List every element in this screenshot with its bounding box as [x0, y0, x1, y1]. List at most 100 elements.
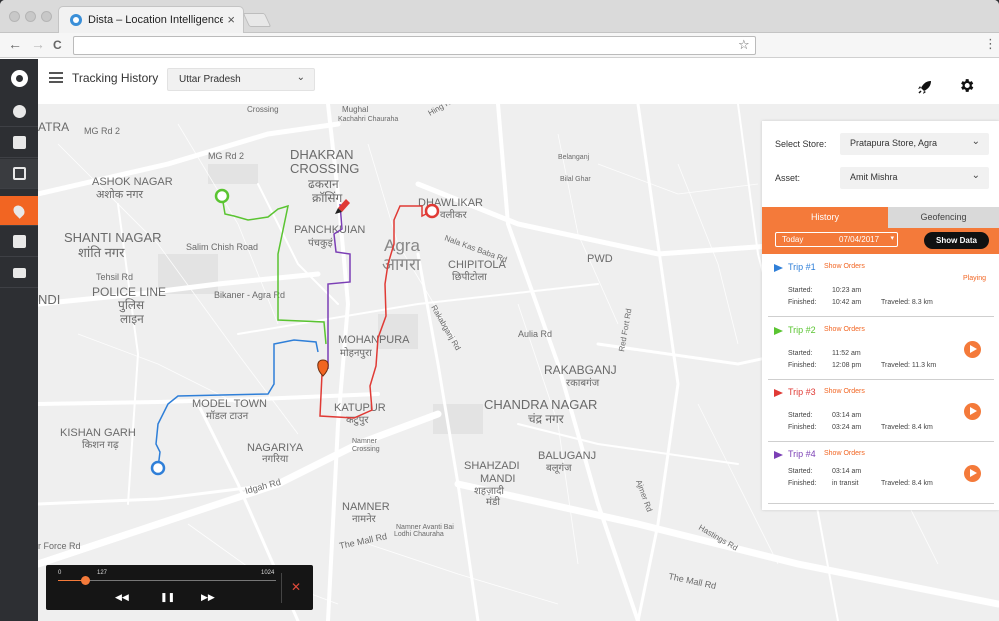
asset-dropdown[interactable]: Amit Mishra ⌄: [840, 167, 989, 189]
road-label: Hing Ki Mandi: [427, 104, 475, 118]
forward-icon[interactable]: →: [31, 36, 45, 52]
road-label: Ajmer Rd: [634, 479, 654, 513]
logo-mark-icon: [10, 69, 28, 87]
sidebar-item-dashboard[interactable]: [0, 97, 38, 127]
settings-gear-icon[interactable]: [958, 77, 975, 94]
timeline-track[interactable]: [58, 576, 276, 585]
address-bar[interactable]: [73, 36, 756, 55]
sidebar-item-stores[interactable]: [0, 128, 38, 158]
trip-1-start-marker[interactable]: [150, 460, 166, 476]
new-tab-button[interactable]: [242, 13, 272, 27]
show-data-button[interactable]: Show Data: [924, 232, 989, 249]
rewind-icon[interactable]: ◀◀: [115, 592, 129, 603]
timeline-knob[interactable]: [81, 576, 91, 585]
poi-label: Namner Avanti Bai: [396, 524, 454, 531]
map-label: DHAKRAN: [290, 147, 354, 162]
map-label: नामनेर: [352, 513, 377, 525]
show-orders-link[interactable]: Show Orders: [824, 450, 865, 457]
trip-status: Playing: [963, 275, 986, 282]
store-pin-icon[interactable]: [317, 359, 329, 377]
caret-down-icon: ▾: [890, 235, 894, 242]
dista-logo[interactable]: [0, 59, 38, 97]
traveled-distance: Traveled: 8.3 km: [881, 299, 933, 306]
asset-value: Amit Mishra: [850, 172, 898, 182]
monitor-icon: [12, 267, 26, 278]
trip-3-end-marker[interactable]: [424, 203, 440, 219]
map-label: CROSSING: [290, 161, 359, 176]
map-label: पुलिस: [118, 298, 145, 313]
show-orders-link[interactable]: Show Orders: [824, 326, 865, 333]
close-icon[interactable]: ✕: [291, 580, 301, 594]
back-icon[interactable]: ←: [8, 36, 22, 52]
chevron-down-icon: ⌄: [296, 72, 305, 83]
poi-label: Crossing: [247, 105, 279, 114]
trip-name: Trip #2: [788, 325, 816, 335]
playback-control: 0 127 1024 ◀◀ ❚❚ ▶▶ ✕: [46, 565, 313, 610]
poi-label: Bilal Ghar: [560, 176, 591, 183]
road-label: Aulia Rd: [518, 329, 552, 339]
grid-icon: [12, 167, 26, 180]
show-orders-link[interactable]: Show Orders: [824, 388, 865, 395]
started-time: 10:23 am: [832, 287, 862, 294]
date-dropdown[interactable]: Today 07/04/2017 ▾: [775, 232, 898, 247]
tab-close-icon[interactable]: ×: [227, 12, 235, 27]
play-trip-button[interactable]: [964, 403, 981, 420]
finished-time: in transit: [832, 480, 859, 487]
browser-toolbar: ← → C ☆ ⋮: [0, 33, 999, 58]
show-orders-link[interactable]: Show Orders: [824, 263, 865, 270]
hamburger-menu-icon[interactable]: [49, 72, 63, 83]
map-label: शांति नगर: [78, 245, 125, 260]
region-value: Uttar Pradesh: [179, 74, 241, 85]
map-label: RAKABGANJ: [544, 363, 617, 377]
started-label: Started:: [788, 350, 813, 357]
sidebar-item-buildings[interactable]: [0, 227, 38, 257]
timeline-max: 1024: [261, 570, 275, 576]
started-label: Started:: [788, 287, 813, 294]
trip-name: Trip #1: [788, 262, 816, 272]
play-trip-button[interactable]: [964, 465, 981, 482]
browser-menu-icon[interactable]: ⋮: [984, 36, 997, 52]
reload-icon[interactable]: C: [53, 38, 62, 52]
store-dropdown[interactable]: Pratapura Store, Agra ⌄: [840, 133, 989, 155]
trip-3-arrow-icon: [774, 389, 783, 397]
finished-label: Finished:: [788, 480, 817, 487]
poi-label: Lodhi Chauraha: [394, 531, 444, 538]
map-label: MANDI: [480, 473, 515, 485]
pause-icon[interactable]: ❚❚: [160, 592, 175, 603]
map-label: PWD: [587, 253, 613, 265]
window-zoom-dot[interactable]: [41, 11, 52, 22]
play-trip-button[interactable]: [964, 341, 981, 358]
road-label: MG Rd 2: [84, 126, 120, 136]
trip-item[interactable]: Trip #3 Show Orders Started: 03:14 am Fin…: [768, 380, 994, 442]
region-dropdown[interactable]: Uttar Pradesh ⌄: [167, 68, 315, 91]
trip-item[interactable]: Trip #1 Show Orders Playing Started: 10:2…: [768, 255, 994, 317]
traveled-distance: Traveled: 8.4 km: [881, 424, 933, 431]
map-label: NAGARIYA: [247, 442, 304, 454]
store-label: Select Store:: [775, 139, 827, 149]
location-pin-icon: [11, 202, 27, 219]
fast-forward-icon[interactable]: ▶▶: [201, 592, 215, 603]
browser-tab[interactable]: Dista – Location Intelligence Pl ×: [58, 6, 244, 33]
tab-history[interactable]: History: [762, 207, 888, 228]
trip-name: Trip #3: [788, 387, 816, 397]
map-label: POLICE LINE: [92, 285, 166, 299]
trip-item[interactable]: Trip #2 Show Orders Started: 11:52 am Fin…: [768, 318, 994, 380]
bookmark-star-icon[interactable]: ☆: [738, 37, 750, 53]
trip-item[interactable]: Trip #4 Show Orders Started: 03:14 am Fin…: [768, 442, 994, 504]
map-label: KISHAN GARH: [60, 427, 136, 439]
window-close-dot[interactable]: [9, 11, 20, 22]
started-time: 03:14 am: [832, 468, 862, 475]
map-label: ढकरान: [308, 177, 339, 191]
sidebar-item-grid[interactable]: [0, 159, 38, 189]
window-minimize-dot[interactable]: [25, 11, 36, 22]
trip-2-start-marker[interactable]: [214, 188, 230, 204]
sidebar-item-tracking[interactable]: [0, 196, 38, 226]
store-icon: [12, 136, 26, 149]
map-label: SHANTI NAGAR: [64, 230, 162, 245]
rocket-icon[interactable]: [917, 79, 933, 95]
sidebar-item-monitor[interactable]: [0, 258, 38, 288]
map-label: MOHANPURA: [338, 334, 410, 346]
tab-geofencing[interactable]: Geofencing: [888, 207, 999, 228]
map-label: NDI: [38, 292, 60, 307]
map-label: अशोक नगर: [96, 188, 144, 201]
